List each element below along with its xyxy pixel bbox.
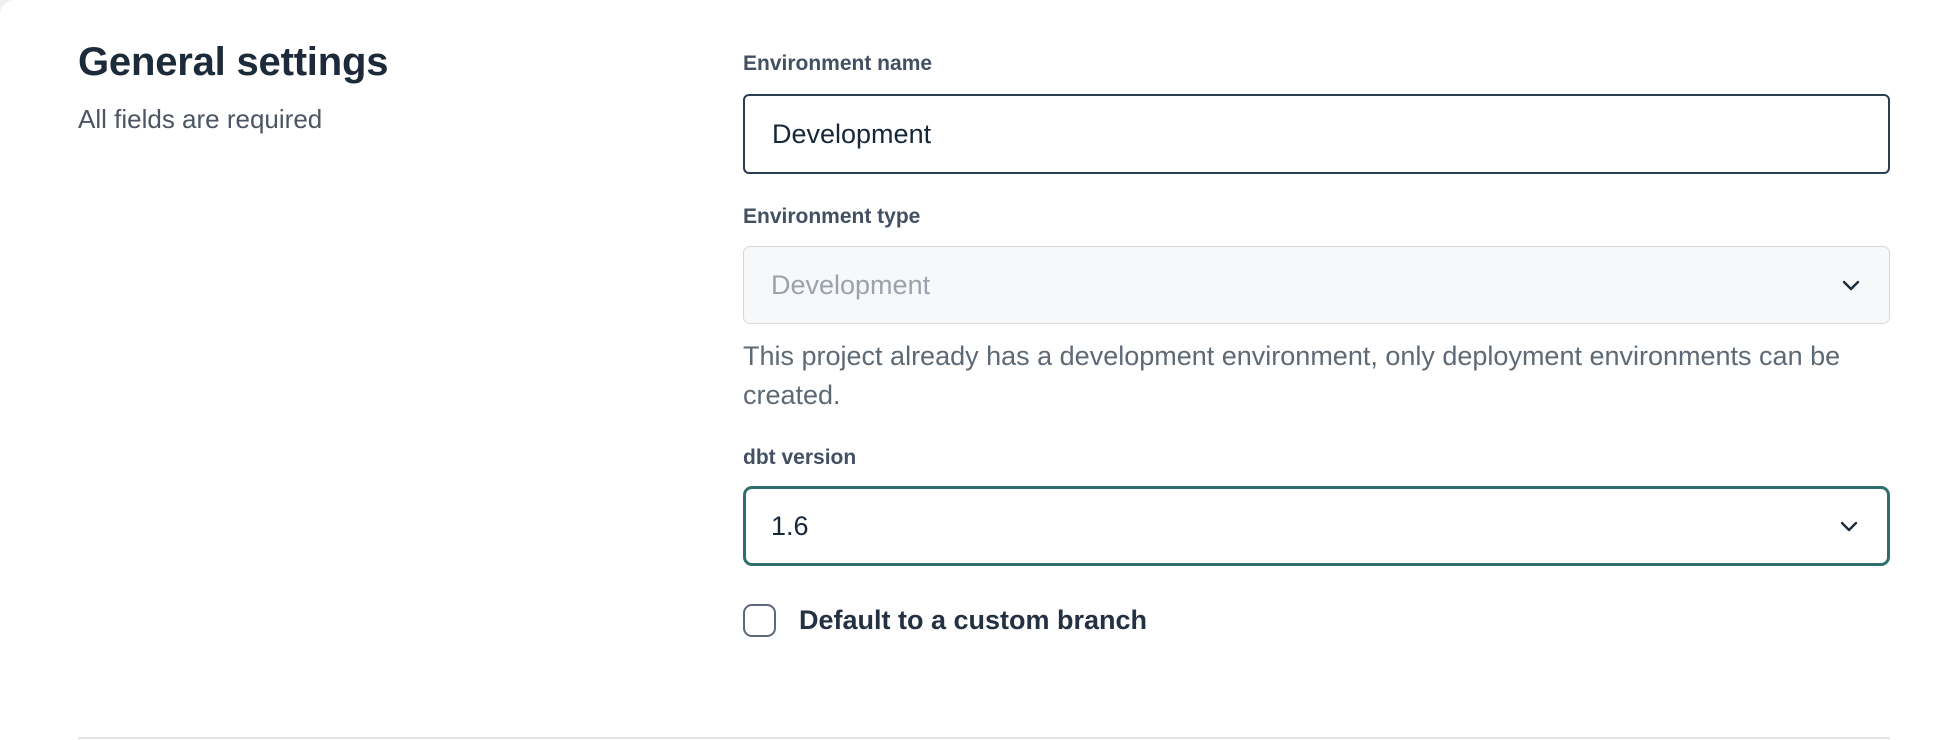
dbt-version-select[interactable]: 1.6 xyxy=(743,486,1890,566)
environment-type-value: Development xyxy=(771,270,930,301)
page-subtitle: All fields are required xyxy=(78,104,678,135)
helper-text-line: This project already has a development e… xyxy=(743,337,1890,376)
page-title: General settings xyxy=(78,40,678,85)
dbt-version-value: 1.6 xyxy=(771,511,809,542)
environment-type-helper-text: This project already has a development e… xyxy=(743,337,1890,415)
default-custom-branch-label: Default to a custom branch xyxy=(799,605,1147,636)
chevron-down-icon xyxy=(1835,512,1863,540)
environment-type-label: Environment type xyxy=(743,205,920,229)
card-rounded-corner xyxy=(0,0,16,16)
environment-name-input[interactable] xyxy=(743,94,1890,174)
default-custom-branch-row[interactable]: Default to a custom branch xyxy=(743,602,1147,638)
default-custom-branch-checkbox[interactable] xyxy=(743,604,776,637)
section-divider xyxy=(78,737,1890,739)
environment-name-label: Environment name xyxy=(743,52,932,76)
general-settings-page: General settings All fields are required… xyxy=(0,0,1958,740)
chevron-down-icon xyxy=(1837,271,1865,299)
helper-text-line: created. xyxy=(743,376,1890,415)
environment-type-select[interactable]: Development xyxy=(743,246,1890,324)
dbt-version-label: dbt version xyxy=(743,446,856,470)
environment-settings-form: Environment name Environment type Develo… xyxy=(743,0,1890,740)
